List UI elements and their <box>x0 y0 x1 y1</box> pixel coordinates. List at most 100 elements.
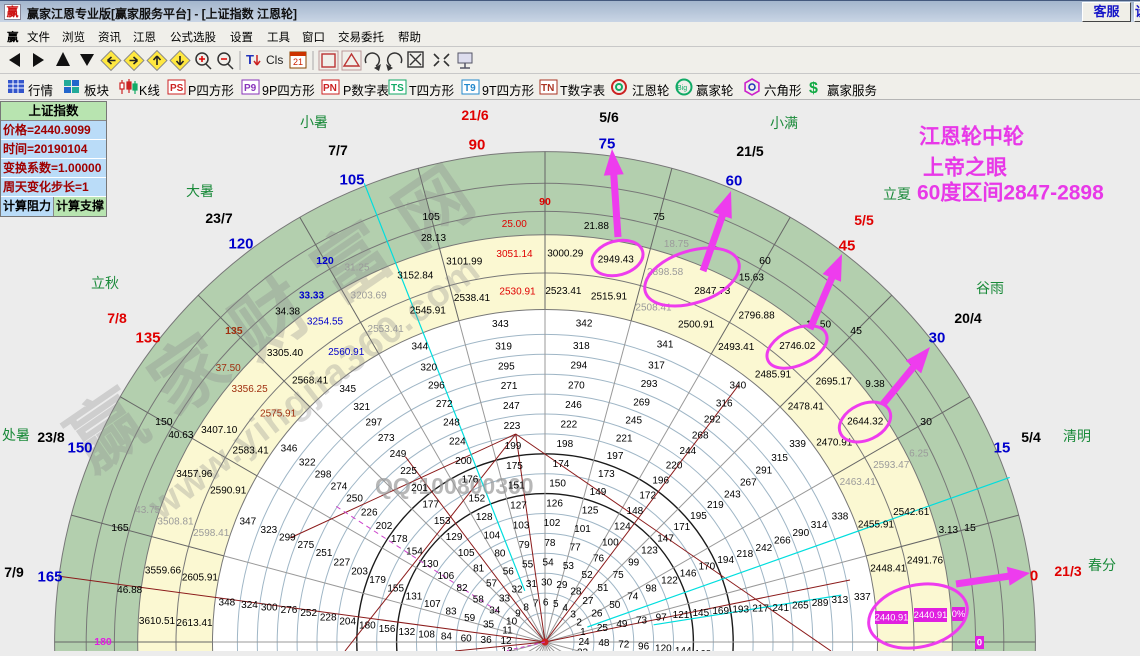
svg-text:83: 83 <box>445 606 457 617</box>
svg-text:上帝之眼: 上帝之眼 <box>923 156 1007 180</box>
svg-text:57: 57 <box>486 579 498 590</box>
svg-text:54: 54 <box>543 558 555 569</box>
svg-text:3305.40: 3305.40 <box>267 348 304 359</box>
svg-text:124: 124 <box>614 522 631 533</box>
svg-text:21/5: 21/5 <box>736 143 763 159</box>
svg-text:299: 299 <box>279 532 296 543</box>
svg-text:151: 151 <box>508 481 525 492</box>
svg-text:7: 7 <box>533 599 539 610</box>
svg-text:2440.91: 2440.91 <box>914 610 948 620</box>
svg-text:2593.47: 2593.47 <box>873 460 910 471</box>
svg-text:53: 53 <box>563 561 575 572</box>
svg-text:2530.91: 2530.91 <box>499 287 536 298</box>
svg-text:2455.91: 2455.91 <box>858 519 895 530</box>
svg-text:103: 103 <box>513 520 530 531</box>
svg-text:268: 268 <box>692 431 709 442</box>
svg-text:2613.41: 2613.41 <box>176 618 213 629</box>
svg-text:153: 153 <box>434 516 451 527</box>
svg-text:169: 169 <box>712 606 729 617</box>
svg-text:105: 105 <box>339 172 364 189</box>
svg-text:处暑: 处暑 <box>2 427 30 443</box>
svg-text:3: 3 <box>570 609 576 620</box>
svg-text:339: 339 <box>789 439 806 450</box>
svg-text:120: 120 <box>228 236 253 253</box>
svg-text:3407.10: 3407.10 <box>201 425 238 436</box>
svg-text:30: 30 <box>929 330 946 347</box>
svg-text:25.00: 25.00 <box>502 219 527 230</box>
svg-text:小满: 小满 <box>770 115 798 131</box>
svg-text:Big: Big <box>677 85 687 92</box>
svg-text:90: 90 <box>469 137 486 154</box>
svg-text:77: 77 <box>570 543 582 554</box>
svg-text:270: 270 <box>568 381 585 392</box>
svg-text:247: 247 <box>503 401 520 412</box>
svg-text:323: 323 <box>261 525 278 536</box>
svg-text:337: 337 <box>854 592 871 603</box>
svg-text:98: 98 <box>646 583 658 594</box>
svg-text:97: 97 <box>656 613 668 624</box>
svg-text:7/8: 7/8 <box>107 310 127 326</box>
svg-text:8: 8 <box>523 602 529 613</box>
svg-text:295: 295 <box>498 361 515 372</box>
svg-text:春分: 春分 <box>1088 557 1116 573</box>
svg-text:79: 79 <box>519 540 531 551</box>
svg-text:5/5: 5/5 <box>854 212 874 228</box>
svg-text:104: 104 <box>484 530 501 541</box>
svg-text:125: 125 <box>582 506 599 517</box>
svg-text:$: $ <box>809 80 818 97</box>
svg-text:3000.29: 3000.29 <box>547 249 584 260</box>
svg-text:2478.41: 2478.41 <box>788 402 825 413</box>
svg-text:252: 252 <box>300 608 317 619</box>
svg-text:2: 2 <box>576 618 582 629</box>
svg-text:3254.55: 3254.55 <box>307 316 344 327</box>
svg-text:2644.32: 2644.32 <box>847 417 884 428</box>
svg-text:30: 30 <box>920 416 932 428</box>
svg-text:101: 101 <box>574 524 591 535</box>
svg-text:35: 35 <box>483 620 495 631</box>
svg-text:165: 165 <box>111 522 129 534</box>
svg-text:150: 150 <box>155 416 173 428</box>
svg-text:122: 122 <box>661 576 678 587</box>
svg-text:135: 135 <box>225 325 243 337</box>
svg-text:248: 248 <box>443 418 460 429</box>
svg-text:225: 225 <box>400 466 417 477</box>
svg-text:250: 250 <box>346 494 363 505</box>
svg-text:204: 204 <box>339 617 356 628</box>
svg-text:2491.76: 2491.76 <box>907 556 944 567</box>
svg-text:127: 127 <box>510 501 527 512</box>
svg-text:52: 52 <box>582 570 594 581</box>
svg-text:276: 276 <box>281 605 298 616</box>
svg-text:2493.41: 2493.41 <box>718 342 755 353</box>
svg-text:7/9: 7/9 <box>4 564 24 580</box>
svg-text:180: 180 <box>359 621 376 632</box>
svg-text:2746.02: 2746.02 <box>779 341 816 352</box>
svg-text:152: 152 <box>469 493 486 504</box>
svg-text:50: 50 <box>609 600 621 611</box>
svg-text:15: 15 <box>994 440 1011 457</box>
svg-text:174: 174 <box>553 459 570 470</box>
svg-text:29: 29 <box>556 580 568 591</box>
svg-text:2538.41: 2538.41 <box>454 293 491 304</box>
svg-text:55: 55 <box>522 560 534 571</box>
svg-text:20/4: 20/4 <box>954 310 981 326</box>
svg-text:5: 5 <box>553 599 559 610</box>
svg-text:246: 246 <box>565 400 582 411</box>
svg-text:99: 99 <box>628 558 640 569</box>
svg-text:154: 154 <box>406 547 423 558</box>
svg-text:343: 343 <box>492 319 509 330</box>
svg-text:147: 147 <box>657 534 674 545</box>
svg-text:3051.14: 3051.14 <box>496 249 533 260</box>
svg-text:T9: T9 <box>464 83 476 94</box>
svg-text:320: 320 <box>420 362 437 373</box>
svg-text:0%: 0% <box>952 609 965 619</box>
svg-text:2590.91: 2590.91 <box>210 485 247 496</box>
svg-text:23/7: 23/7 <box>205 210 232 226</box>
svg-text:105: 105 <box>458 548 475 559</box>
svg-text:60度区间2847-2898: 60度区间2847-2898 <box>917 181 1104 205</box>
svg-text:3101.99: 3101.99 <box>446 257 483 268</box>
svg-text:170: 170 <box>698 562 715 573</box>
svg-text:56: 56 <box>503 567 515 578</box>
svg-text:26: 26 <box>591 609 603 620</box>
svg-text:171: 171 <box>674 522 691 533</box>
svg-text:321: 321 <box>353 402 370 413</box>
